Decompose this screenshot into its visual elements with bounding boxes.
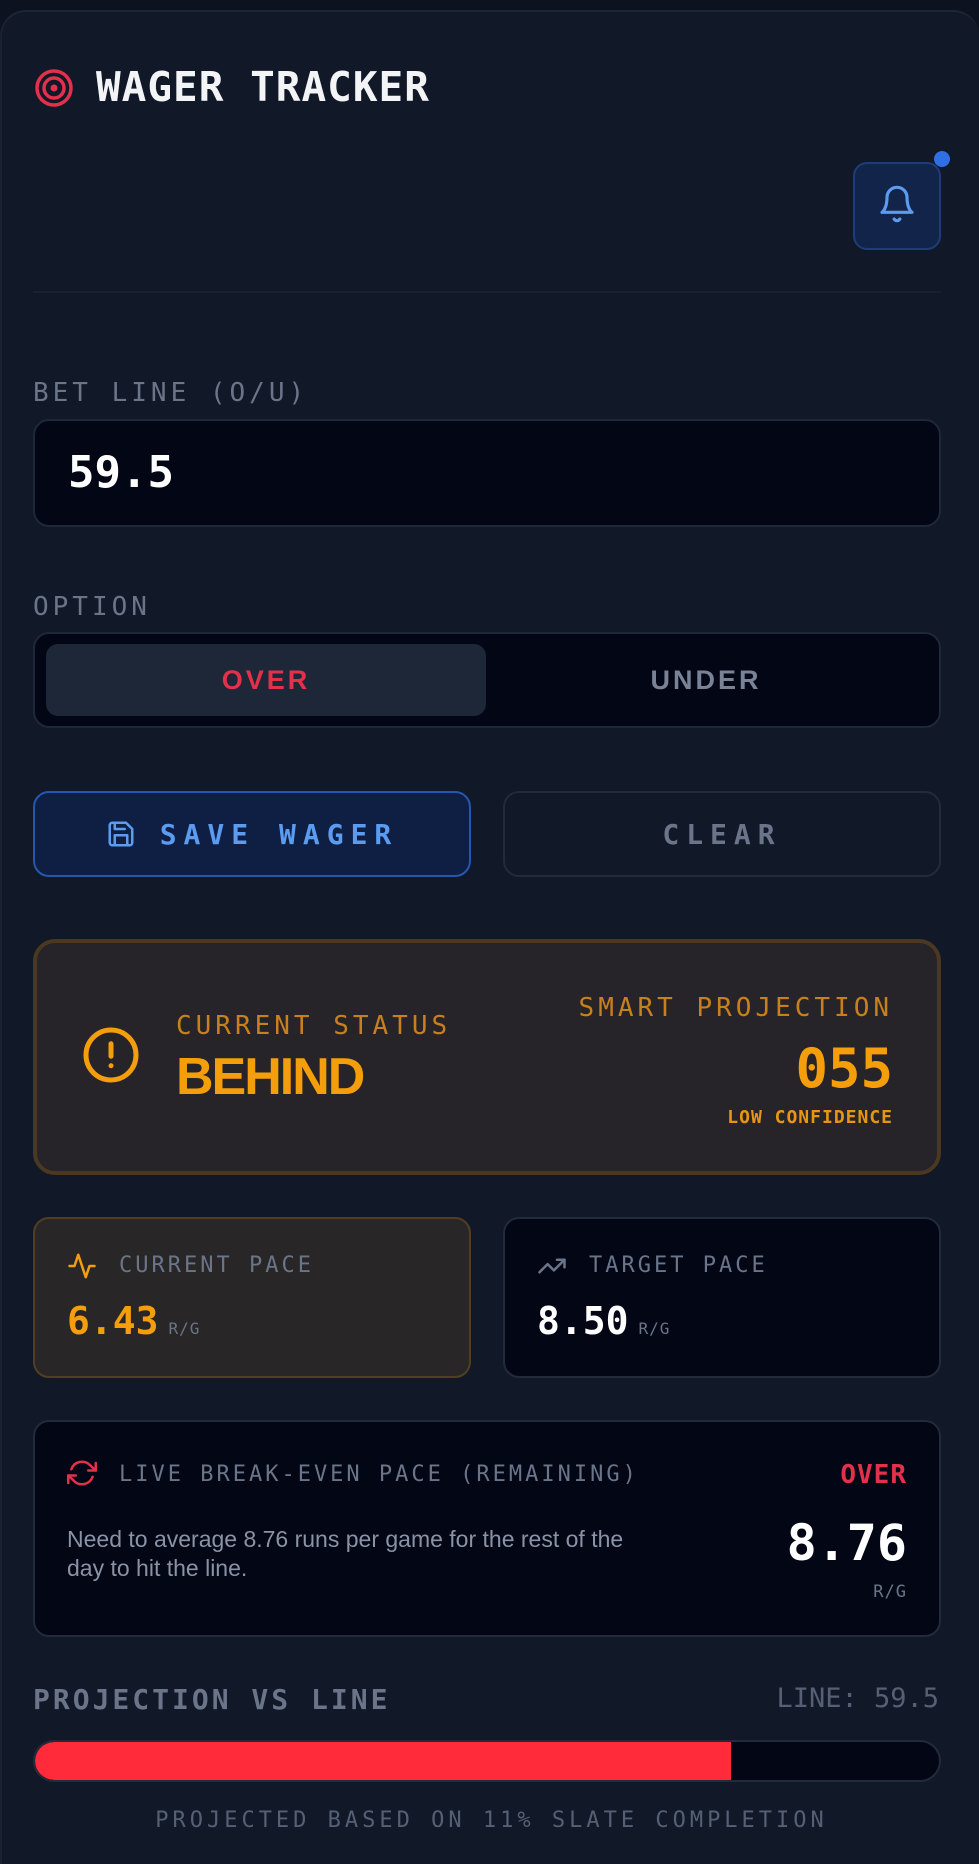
break-even-card: LIVE BREAK-EVEN PACE (REMAINING) OVER Ne… [33, 1420, 941, 1637]
line-value-label: LINE: 59.5 [776, 1683, 939, 1714]
bet-line-input[interactable]: 59.5 [33, 419, 941, 527]
header-divider [33, 291, 941, 293]
projection-progress-fill [35, 1742, 732, 1780]
projection-progress-bar [33, 1740, 941, 1782]
projection-footnote: PROJECTED BASED ON 11% SLATE COMPLETION [155, 1808, 828, 1833]
current-pace-card: CURRENT PACE 6.43 R/G [33, 1217, 471, 1378]
bell-icon [877, 183, 917, 230]
wager-tracker-panel: WAGER TRACKER BET LINE (O/U) 59.5 OPTION… [0, 10, 979, 1864]
break-even-description: Need to average 8.76 runs per game for t… [67, 1526, 624, 1581]
status-card: CURRENT STATUS BEHIND SMART PROJECTION 0… [33, 939, 941, 1175]
option-under-button[interactable]: UNDER [486, 644, 926, 716]
target-icon [34, 68, 74, 108]
current-pace-label: CURRENT PACE [119, 1253, 314, 1278]
trending-up-icon [537, 1251, 567, 1286]
target-pace-card: TARGET PACE 8.50 R/G [503, 1217, 941, 1378]
refresh-icon [67, 1458, 97, 1493]
alert-circle-icon [81, 1025, 141, 1090]
projection-value: 055 [795, 1037, 893, 1100]
option-toggle: OVER UNDER [33, 632, 941, 728]
current-pace-number: 6.43 [67, 1299, 159, 1343]
current-pace-unit: R/G [168, 1319, 201, 1338]
app-title: WAGER TRACKER [96, 63, 430, 111]
status-value: BEHIND [176, 1048, 365, 1106]
break-even-side: OVER [840, 1460, 907, 1490]
activity-icon [67, 1251, 97, 1286]
projection-vs-line-title: PROJECTION VS LINE [33, 1683, 391, 1716]
save-wager-label: SAVE WAGER [159, 817, 399, 851]
option-over-button[interactable]: OVER [46, 644, 486, 716]
confidence-badge: LOW CONFIDENCE [727, 1107, 893, 1128]
break-even-value: 8.76 [786, 1514, 907, 1572]
target-pace-value: 8.50 R/G [537, 1299, 670, 1343]
target-pace-number: 8.50 [537, 1299, 629, 1343]
notification-dot [934, 151, 950, 167]
bet-line-label: BET LINE (O/U) [33, 378, 309, 408]
break-even-unit: R/G [873, 1582, 907, 1602]
projection-label: SMART PROJECTION [578, 993, 893, 1023]
save-wager-button[interactable]: SAVE WAGER [33, 791, 471, 877]
break-even-label: LIVE BREAK-EVEN PACE (REMAINING) [119, 1462, 639, 1487]
status-label: CURRENT STATUS [176, 1011, 452, 1041]
target-pace-label: TARGET PACE [589, 1253, 768, 1278]
target-pace-unit: R/G [638, 1319, 671, 1338]
clear-button[interactable]: CLEAR [503, 791, 941, 877]
notifications-button[interactable] [853, 162, 941, 250]
current-pace-value: 6.43 R/G [67, 1299, 200, 1343]
option-label: OPTION [33, 592, 151, 622]
save-icon [108, 821, 134, 847]
